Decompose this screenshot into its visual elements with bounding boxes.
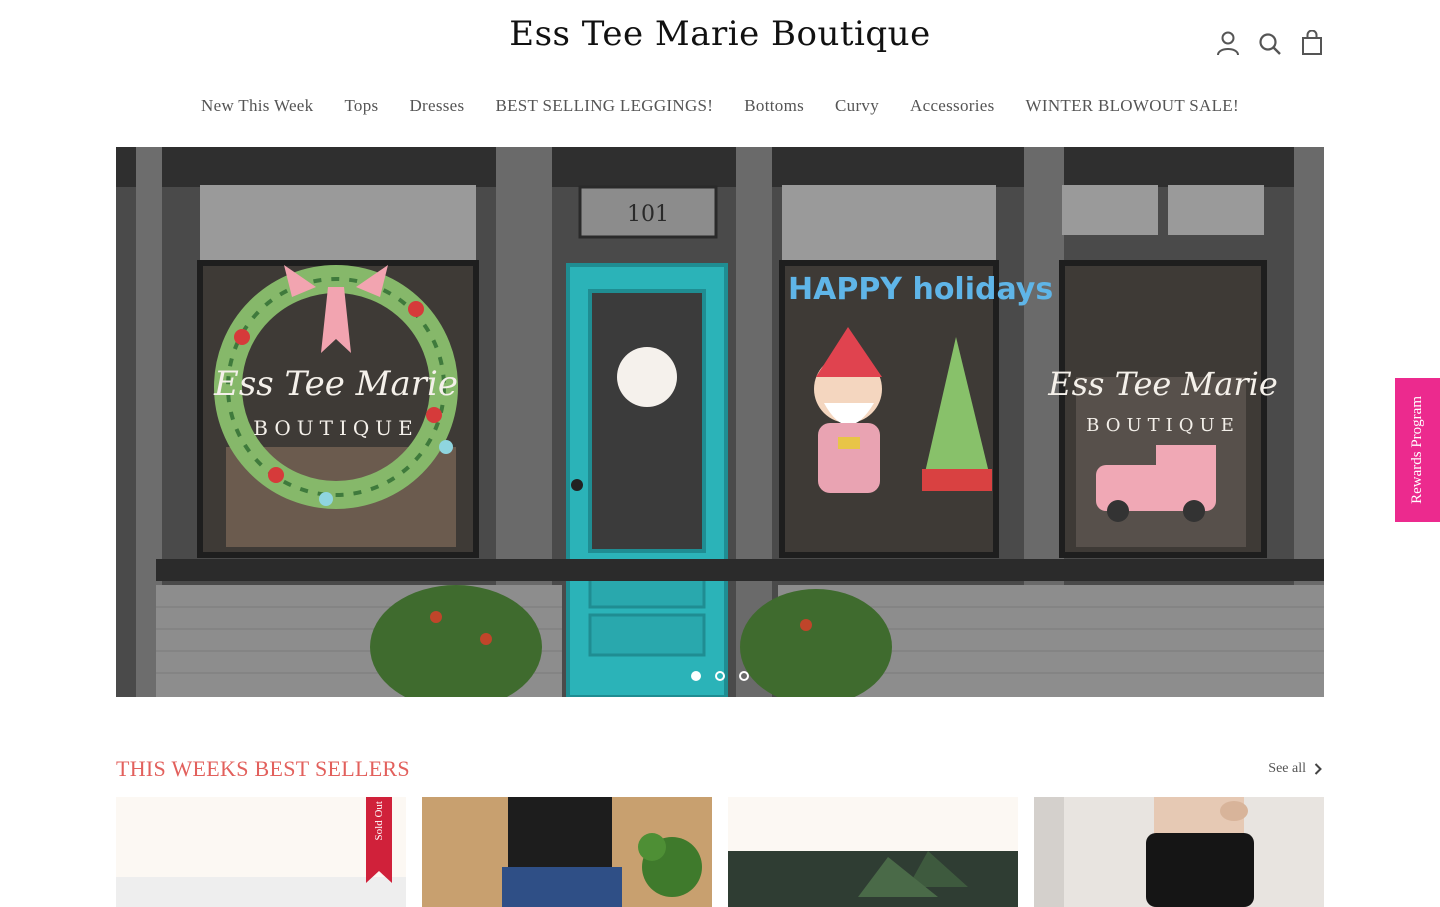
main-nav: New This Week Tops Dresses BEST SELLING … bbox=[0, 96, 1440, 116]
nav-curvy[interactable]: Curvy bbox=[835, 96, 879, 116]
product-image bbox=[1034, 797, 1324, 907]
nav-best-selling-leggings[interactable]: BEST SELLING LEGGINGS! bbox=[495, 96, 713, 116]
product-card[interactable]: Sold Out bbox=[116, 797, 406, 907]
slide-indicators bbox=[116, 671, 1324, 681]
rewards-program-tab[interactable]: Rewards Program bbox=[1395, 378, 1440, 522]
product-card[interactable] bbox=[422, 797, 712, 907]
product-card[interactable] bbox=[728, 797, 1018, 907]
window-sub-right: BOUTIQUE bbox=[1086, 415, 1240, 436]
slide-dot-1[interactable] bbox=[691, 671, 701, 681]
best-sellers-title: THIS WEEKS BEST SELLERS bbox=[116, 756, 410, 781]
nav-winter-blowout-sale[interactable]: WINTER BLOWOUT SALE! bbox=[1026, 96, 1239, 116]
address-number: 101 bbox=[627, 202, 669, 227]
window-text-right: Ess Tee Marie bbox=[1047, 365, 1278, 403]
product-image bbox=[728, 797, 1018, 907]
window-sub-left: BOUTIQUE bbox=[253, 416, 418, 440]
header-icons bbox=[1216, 30, 1324, 56]
see-all-label: See all bbox=[1268, 761, 1306, 776]
slide-dot-3[interactable] bbox=[739, 671, 749, 681]
hero-slideshow[interactable]: 101 Ess Tee Marie BOUTIQUE HAPPY holiday… bbox=[116, 147, 1324, 697]
site-header: Ess Tee Marie Boutique New This Week Top… bbox=[0, 0, 1440, 140]
cart-icon[interactable] bbox=[1300, 30, 1324, 56]
sold-out-label: Sold Out bbox=[373, 801, 385, 841]
nav-bottoms[interactable]: Bottoms bbox=[744, 96, 804, 116]
nav-new-this-week[interactable]: New This Week bbox=[201, 96, 313, 116]
search-icon[interactable] bbox=[1258, 30, 1282, 56]
slide-dot-2[interactable] bbox=[715, 671, 725, 681]
sold-out-badge: Sold Out bbox=[366, 797, 392, 883]
storefront-image: 101 Ess Tee Marie BOUTIQUE HAPPY holiday… bbox=[116, 147, 1324, 697]
see-all-link[interactable]: See all bbox=[1268, 761, 1322, 777]
rewards-program-label: Rewards Program bbox=[1409, 396, 1425, 504]
product-card[interactable] bbox=[1034, 797, 1324, 907]
chevron-right-icon bbox=[1314, 763, 1322, 775]
nav-tops[interactable]: Tops bbox=[344, 96, 378, 116]
nav-accessories[interactable]: Accessories bbox=[910, 96, 995, 116]
window-text-center: HAPPY holidays bbox=[788, 272, 1053, 307]
account-icon[interactable] bbox=[1216, 30, 1240, 56]
best-sellers-grid: Sold Out bbox=[116, 797, 1324, 907]
product-image bbox=[116, 877, 406, 907]
window-text-left: Ess Tee Marie bbox=[213, 364, 458, 404]
product-image bbox=[422, 797, 712, 907]
nav-dresses[interactable]: Dresses bbox=[409, 96, 464, 116]
